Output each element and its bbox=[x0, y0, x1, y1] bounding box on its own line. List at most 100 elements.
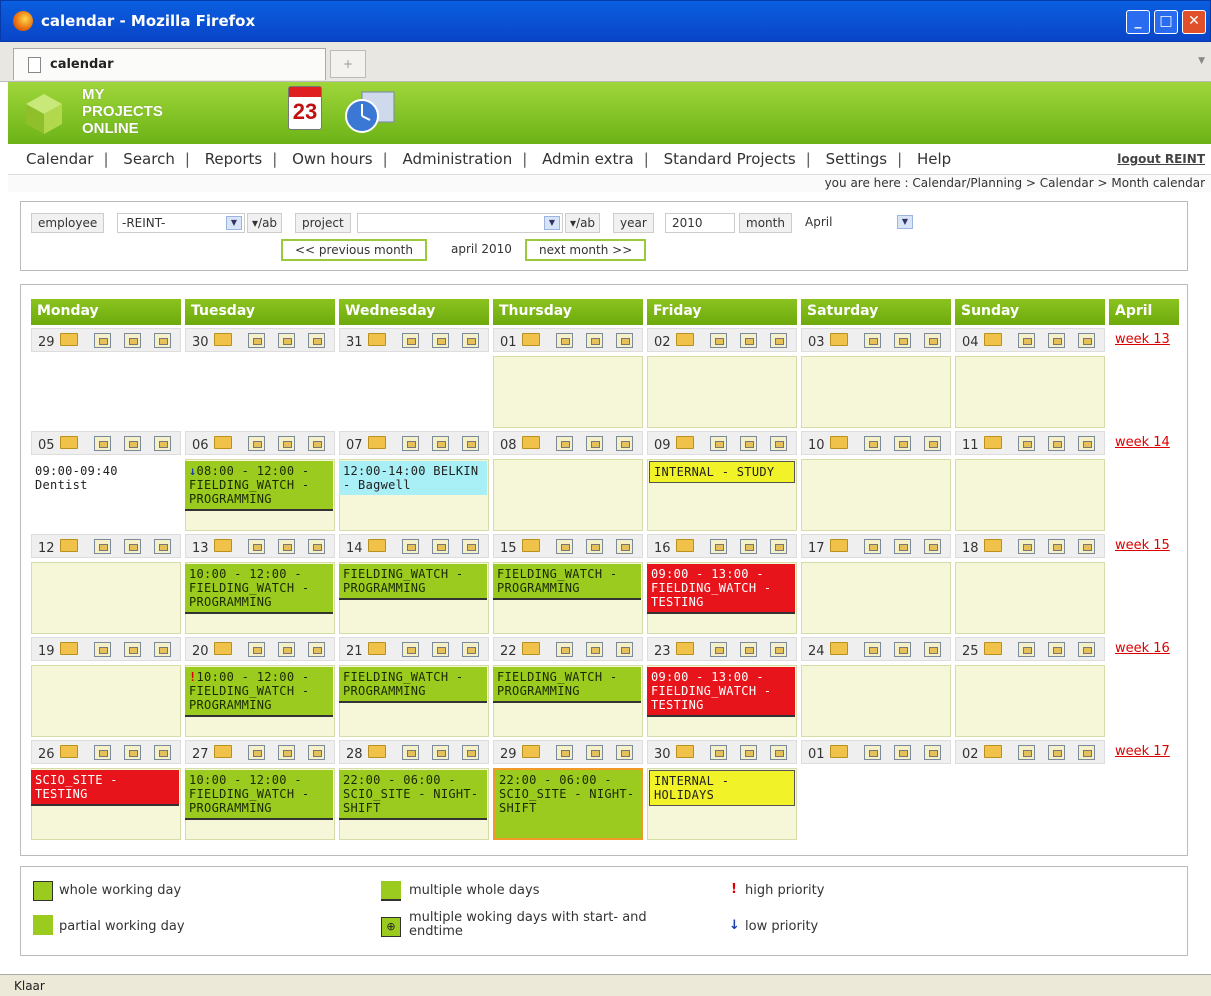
previous-month-button[interactable]: << previous month bbox=[281, 239, 427, 261]
project-toggle-button[interactable]: ▾/ab bbox=[565, 213, 601, 233]
add-entry-icon-1[interactable] bbox=[556, 539, 573, 554]
add-entry-icon-1[interactable] bbox=[1018, 539, 1035, 554]
folder-icon[interactable] bbox=[676, 642, 694, 655]
add-entry-icon-1[interactable] bbox=[556, 333, 573, 348]
add-entry-icon-1[interactable] bbox=[556, 642, 573, 657]
add-entry-icon-1[interactable] bbox=[248, 745, 265, 760]
add-entry-icon-2[interactable] bbox=[894, 539, 911, 554]
add-entry-icon-3[interactable] bbox=[154, 436, 171, 451]
add-entry-icon-2[interactable] bbox=[894, 642, 911, 657]
year-input[interactable]: 2010 bbox=[665, 213, 735, 233]
folder-icon[interactable] bbox=[522, 436, 540, 449]
folder-icon[interactable] bbox=[676, 539, 694, 552]
add-entry-icon-3[interactable] bbox=[462, 333, 479, 348]
folder-icon[interactable] bbox=[522, 539, 540, 552]
add-entry-icon-2[interactable] bbox=[1048, 436, 1065, 451]
folder-icon[interactable] bbox=[214, 333, 232, 346]
add-entry-icon-2[interactable] bbox=[586, 333, 603, 348]
add-entry-icon-3[interactable] bbox=[616, 436, 633, 451]
week-link[interactable]: week 17 bbox=[1115, 744, 1170, 759]
add-entry-icon-3[interactable] bbox=[1078, 333, 1095, 348]
folder-icon[interactable] bbox=[368, 333, 386, 346]
folder-icon[interactable] bbox=[368, 642, 386, 655]
add-entry-icon-2[interactable] bbox=[124, 745, 141, 760]
add-entry-icon-1[interactable] bbox=[556, 745, 573, 760]
add-entry-icon-3[interactable] bbox=[770, 539, 787, 554]
menu-item-settings[interactable]: Settings bbox=[826, 150, 888, 168]
add-entry-icon-1[interactable] bbox=[248, 642, 265, 657]
folder-icon[interactable] bbox=[676, 436, 694, 449]
folder-icon[interactable] bbox=[214, 436, 232, 449]
calendar-event[interactable]: ↓08:00 - 12:00 - FIELDING_WATCH - PROGRA… bbox=[185, 461, 333, 511]
add-entry-icon-2[interactable] bbox=[1048, 333, 1065, 348]
calendar-event[interactable]: FIELDING_WATCH - PROGRAMMING bbox=[339, 667, 487, 703]
folder-icon[interactable] bbox=[522, 745, 540, 758]
add-entry-icon-2[interactable] bbox=[432, 642, 449, 657]
add-entry-icon-3[interactable] bbox=[308, 539, 325, 554]
day-cell[interactable] bbox=[31, 562, 181, 634]
folder-icon[interactable] bbox=[830, 745, 848, 758]
calendar-event[interactable]: FIELDING_WATCH - PROGRAMMING bbox=[493, 564, 641, 600]
folder-icon[interactable] bbox=[522, 642, 540, 655]
folder-icon[interactable] bbox=[984, 539, 1002, 552]
employee-toggle-button[interactable]: ▾/ab bbox=[247, 213, 283, 233]
project-select[interactable]: ▼ bbox=[357, 213, 563, 233]
add-entry-icon-2[interactable] bbox=[894, 436, 911, 451]
add-entry-icon-2[interactable] bbox=[1048, 642, 1065, 657]
calendar-event[interactable]: INTERNAL - HOLIDAYS bbox=[649, 770, 795, 806]
day-cell[interactable] bbox=[801, 459, 951, 531]
add-entry-icon-1[interactable] bbox=[402, 333, 419, 348]
add-entry-icon-3[interactable] bbox=[462, 745, 479, 760]
calendar-event[interactable]: 22:00 - 06:00 - SCIO_SITE - NIGHT-SHIFT bbox=[493, 768, 643, 840]
menu-item-search[interactable]: Search bbox=[123, 150, 175, 168]
add-entry-icon-3[interactable] bbox=[770, 745, 787, 760]
day-cell[interactable] bbox=[493, 459, 643, 531]
add-entry-icon-2[interactable] bbox=[740, 436, 757, 451]
add-entry-icon-3[interactable] bbox=[770, 436, 787, 451]
folder-icon[interactable] bbox=[676, 745, 694, 758]
calendar-event[interactable]: 10:00 - 12:00 - FIELDING_WATCH - PROGRAM… bbox=[185, 564, 333, 614]
add-entry-icon-2[interactable] bbox=[432, 333, 449, 348]
day-cell[interactable] bbox=[339, 356, 489, 428]
add-entry-icon-3[interactable] bbox=[154, 539, 171, 554]
week-link[interactable]: week 16 bbox=[1115, 641, 1170, 656]
tab-list-arrow-icon[interactable]: ▼ bbox=[1198, 56, 1205, 66]
folder-icon[interactable] bbox=[368, 539, 386, 552]
add-entry-icon-3[interactable] bbox=[308, 745, 325, 760]
menu-item-administration[interactable]: Administration bbox=[402, 150, 512, 168]
folder-icon[interactable] bbox=[830, 333, 848, 346]
add-entry-icon-1[interactable] bbox=[94, 745, 111, 760]
folder-icon[interactable] bbox=[830, 539, 848, 552]
add-entry-icon-2[interactable] bbox=[278, 539, 295, 554]
add-entry-icon-1[interactable] bbox=[402, 436, 419, 451]
add-entry-icon-2[interactable] bbox=[278, 333, 295, 348]
logout-link[interactable]: logout REINT bbox=[1117, 152, 1205, 166]
clock-planner-icon[interactable] bbox=[344, 90, 398, 134]
day-cell[interactable] bbox=[955, 665, 1105, 737]
add-entry-icon-2[interactable] bbox=[278, 436, 295, 451]
add-entry-icon-3[interactable] bbox=[1078, 539, 1095, 554]
add-entry-icon-3[interactable] bbox=[154, 642, 171, 657]
menu-item-admin-extra[interactable]: Admin extra bbox=[542, 150, 634, 168]
folder-icon[interactable] bbox=[984, 436, 1002, 449]
calendar-event[interactable]: !10:00 - 12:00 - FIELDING_WATCH - PROGRA… bbox=[185, 667, 333, 717]
add-entry-icon-2[interactable] bbox=[740, 642, 757, 657]
folder-icon[interactable] bbox=[214, 745, 232, 758]
add-entry-icon-3[interactable] bbox=[308, 436, 325, 451]
add-entry-icon-1[interactable] bbox=[1018, 642, 1035, 657]
day-cell[interactable] bbox=[955, 768, 1105, 840]
folder-icon[interactable] bbox=[60, 436, 78, 449]
day-cell[interactable] bbox=[801, 665, 951, 737]
add-entry-icon-1[interactable] bbox=[556, 436, 573, 451]
add-entry-icon-1[interactable] bbox=[94, 539, 111, 554]
folder-icon[interactable] bbox=[984, 642, 1002, 655]
menu-item-reports[interactable]: Reports bbox=[205, 150, 263, 168]
add-entry-icon-1[interactable] bbox=[710, 745, 727, 760]
add-entry-icon-3[interactable] bbox=[154, 333, 171, 348]
calendar-event[interactable]: 09:00 - 13:00 - FIELDING_WATCH - TESTING bbox=[647, 564, 795, 614]
add-entry-icon-1[interactable] bbox=[710, 539, 727, 554]
add-entry-icon-1[interactable] bbox=[402, 642, 419, 657]
add-entry-icon-1[interactable] bbox=[94, 436, 111, 451]
folder-icon[interactable] bbox=[214, 539, 232, 552]
menu-item-standard-projects[interactable]: Standard Projects bbox=[664, 150, 796, 168]
